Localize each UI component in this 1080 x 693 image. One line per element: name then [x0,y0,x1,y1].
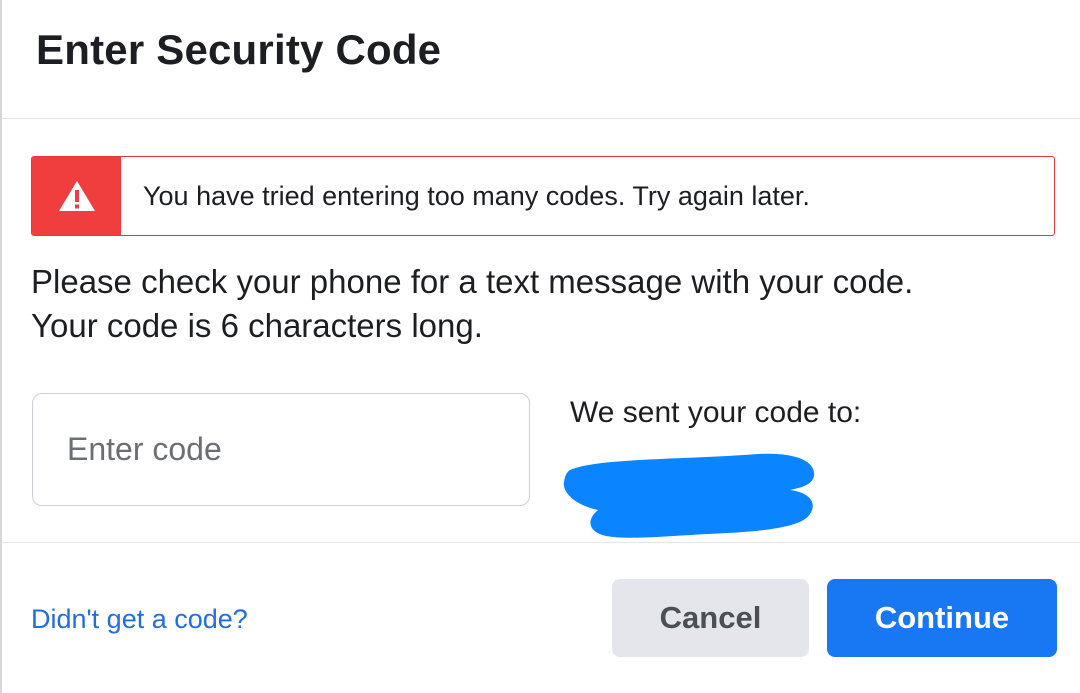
continue-button[interactable]: Continue [827,579,1057,657]
resend-code-link[interactable]: Didn't get a code? [31,604,248,635]
code-input[interactable] [32,393,530,506]
security-code-dialog: Enter Security Code You have tried enter… [0,0,1080,693]
instructions-line-2: Your code is 6 characters long. [31,307,483,344]
alert-message: You have tried entering too many codes. … [143,180,810,211]
redacted-phone-number [563,453,815,538]
instructions-line-1: Please check your phone for a text messa… [31,263,914,300]
dialog-title: Enter Security Code [36,26,442,73]
footer-divider [2,542,1080,543]
error-alert: You have tried entering too many codes. … [31,156,1055,236]
instructions-text: Please check your phone for a text messa… [31,260,1061,348]
dialog-header: Enter Security Code [2,0,1080,119]
cancel-button[interactable]: Cancel [612,579,809,657]
sent-to-label: We sent your code to: [570,396,862,429]
alert-icon-box [32,157,121,235]
warning-triangle-icon [58,181,95,211]
